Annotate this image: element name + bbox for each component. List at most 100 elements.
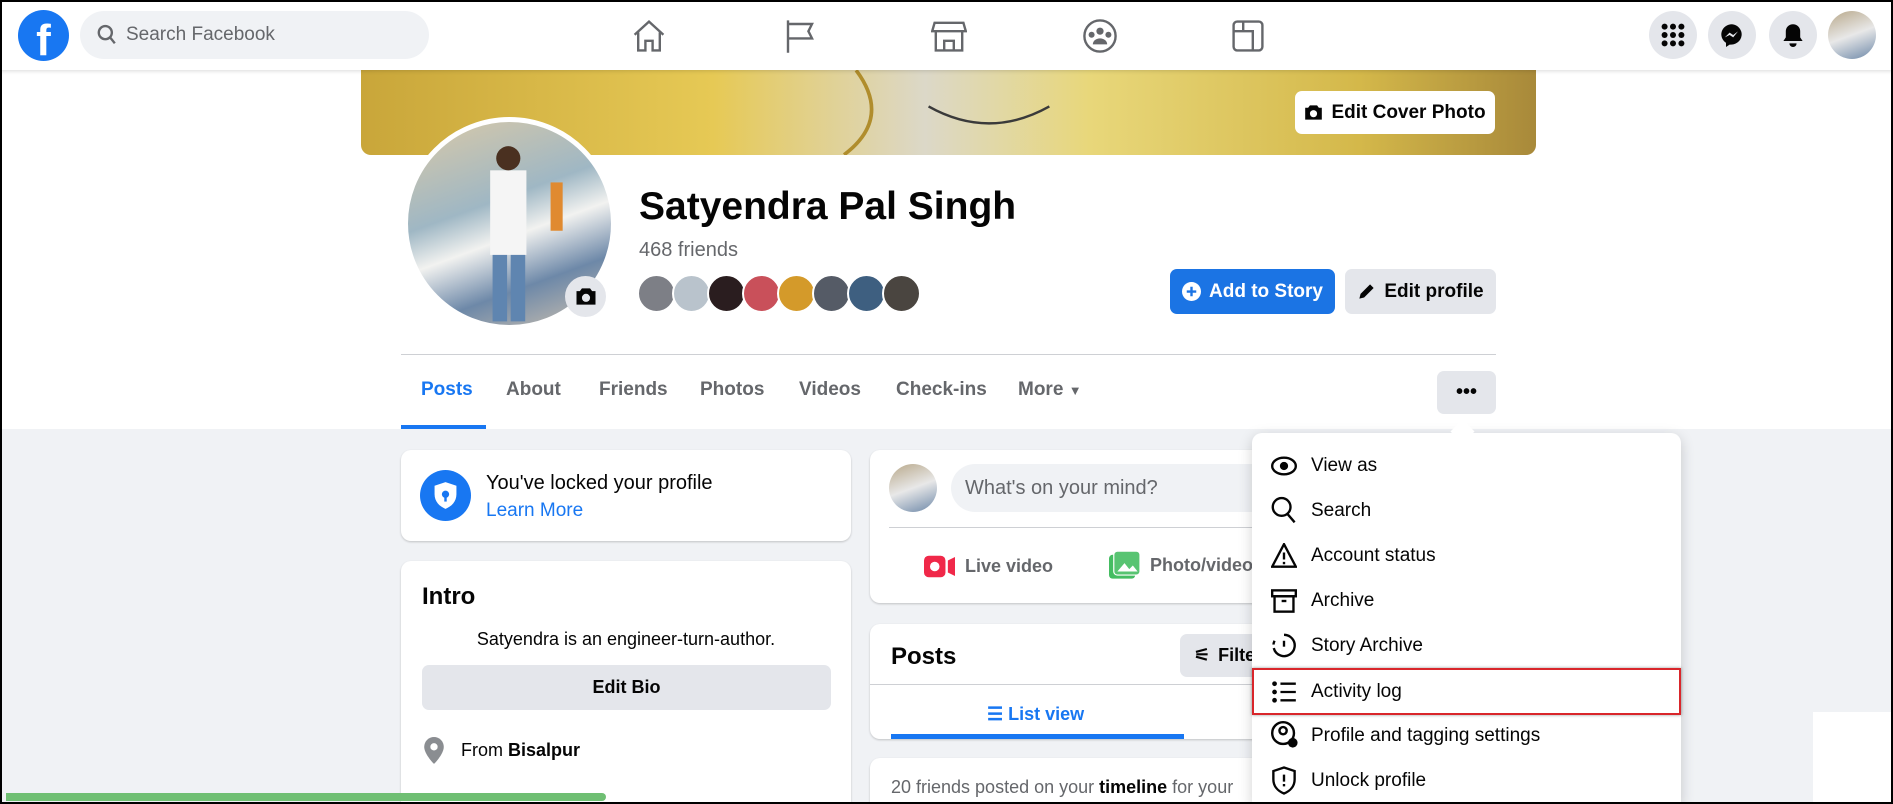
loading-progress-bar [6, 793, 606, 801]
camera-icon [576, 288, 595, 305]
search-input[interactable]: Search Facebook [80, 11, 429, 59]
messenger-button[interactable] [1708, 11, 1756, 59]
update-profile-picture-button[interactable] [565, 276, 606, 317]
live-video-icon [924, 555, 955, 578]
menu-grid-button[interactable] [1649, 11, 1697, 59]
friend-avatar[interactable] [637, 274, 676, 313]
add-to-story-button[interactable]: Add to Story [1170, 269, 1335, 314]
posts-title: Posts [891, 643, 957, 670]
timeline-link[interactable]: timeline [1099, 777, 1167, 797]
home-icon[interactable] [631, 18, 667, 54]
learn-more-link[interactable]: Learn More [486, 500, 583, 522]
location-pin-icon [424, 737, 444, 764]
friends-count[interactable]: 468 friends [639, 239, 738, 262]
tab-more-label: More [1018, 379, 1064, 400]
photo-video-button[interactable]: Photo/video [1109, 551, 1253, 580]
menu-item-label: Account status [1311, 544, 1436, 566]
top-navigation-bar: f Search Facebook [0, 0, 1893, 70]
marketplace-icon[interactable] [931, 18, 967, 54]
menu-item-view-as[interactable]: View as [1252, 444, 1681, 487]
menu-item-label: Story Archive [1311, 634, 1423, 656]
clock-history-icon [1272, 633, 1296, 658]
menu-item-story-archive[interactable]: Story Archive [1252, 624, 1681, 667]
live-video-label: Live video [965, 556, 1054, 576]
active-view-indicator [891, 734, 1184, 739]
menu-item-label: Search [1311, 499, 1372, 521]
active-tab-indicator [401, 425, 486, 429]
menu-item-unlock-profile[interactable]: Unlock profile [1252, 759, 1681, 802]
friend-avatar[interactable] [672, 274, 711, 313]
highlight-box [1252, 668, 1681, 715]
composer-placeholder: What's on your mind? [965, 476, 1158, 499]
shield-lock-icon [420, 470, 471, 521]
menu-item-account-status[interactable]: Account status [1252, 534, 1681, 577]
tab-posts[interactable]: Posts [421, 379, 473, 401]
tab-videos[interactable]: Videos [799, 379, 861, 401]
filter-sliders-icon: ⚟ [1194, 645, 1211, 665]
friend-avatar[interactable] [707, 274, 746, 313]
ellipsis-icon: ••• [1455, 381, 1477, 403]
timeline-summary: 20 friends posted on your timeline for y… [891, 777, 1233, 798]
friend-avatar[interactable] [847, 274, 886, 313]
profile-name: Satyendra Pal Singh [639, 185, 1017, 228]
list-view-tab[interactable]: ☰ List view [987, 704, 1084, 725]
tab-friends[interactable]: Friends [599, 379, 668, 401]
locked-profile-card: You've locked your profile Learn More [401, 450, 851, 541]
divider [401, 354, 1496, 355]
menu-item-label: Archive [1311, 589, 1375, 611]
list-icon: ☰ [987, 704, 1009, 724]
account-avatar[interactable] [1828, 11, 1876, 59]
search-icon [1271, 496, 1296, 524]
friend-avatar[interactable] [882, 274, 921, 313]
edit-profile-label: Edit profile [1384, 280, 1484, 302]
notifications-bell-icon [1783, 24, 1803, 47]
menu-grid-icon [1661, 23, 1685, 47]
pages-flag-icon[interactable] [782, 18, 818, 54]
from-label: From [461, 740, 508, 760]
archive-box-icon [1271, 588, 1297, 613]
pencil-icon [1359, 284, 1374, 299]
tab-photos[interactable]: Photos [700, 379, 764, 401]
search-placeholder: Search Facebook [126, 24, 275, 45]
gaming-icon[interactable] [1230, 18, 1266, 54]
edit-cover-label: Edit Cover Photo [1331, 101, 1486, 123]
friend-avatar[interactable] [777, 274, 816, 313]
user-gear-icon [1271, 721, 1298, 748]
menu-item-label: View as [1311, 454, 1378, 476]
intro-title: Intro [422, 583, 476, 610]
plus-circle-icon [1182, 282, 1201, 301]
photo-video-label: Photo/video [1150, 555, 1253, 575]
menu-item-search[interactable]: Search [1252, 489, 1681, 532]
user-avatar[interactable] [889, 464, 937, 512]
floating-panel [1813, 712, 1891, 802]
menu-item-profile-tagging-settings[interactable]: Profile and tagging settings [1252, 714, 1681, 757]
timeline-prefix: 20 friends posted on your [891, 777, 1100, 797]
facebook-logo[interactable]: f [18, 10, 69, 61]
add-to-story-label: Add to Story [1209, 280, 1323, 302]
menu-item-archive[interactable]: Archive [1252, 579, 1681, 622]
notifications-button[interactable] [1769, 11, 1817, 59]
messenger-icon [1721, 24, 1742, 47]
edit-bio-button[interactable]: Edit Bio [422, 665, 831, 710]
intro-card: Intro Satyendra is an engineer-turn-auth… [401, 561, 851, 804]
hometown-value[interactable]: Bisalpur [508, 740, 580, 760]
tab-more[interactable]: More ▼ [1018, 379, 1082, 401]
warning-icon [1271, 542, 1297, 568]
edit-profile-button[interactable]: Edit profile [1345, 269, 1496, 314]
eye-icon [1271, 456, 1297, 475]
live-video-button[interactable]: Live video [924, 553, 1053, 580]
page: Edit Cover Photo Satyendra Pal Singh 468… [0, 0, 1893, 804]
timeline-suffix: for your [1167, 777, 1234, 797]
edit-cover-photo-button[interactable]: Edit Cover Photo [1295, 91, 1495, 134]
menu-item-label: Profile and tagging settings [1311, 724, 1541, 746]
list-view-label: List view [1008, 704, 1085, 724]
hometown-text: From Bisalpur [461, 740, 580, 761]
friend-avatar[interactable] [742, 274, 781, 313]
more-options-button[interactable]: ••• [1437, 371, 1496, 414]
shield-icon [1272, 766, 1296, 795]
friend-avatar[interactable] [812, 274, 851, 313]
profile-options-menu: View as Search Account status Archive St… [1252, 433, 1681, 804]
groups-icon[interactable] [1082, 18, 1118, 54]
tab-about[interactable]: About [506, 379, 561, 401]
tab-check-ins[interactable]: Check-ins [896, 379, 987, 401]
